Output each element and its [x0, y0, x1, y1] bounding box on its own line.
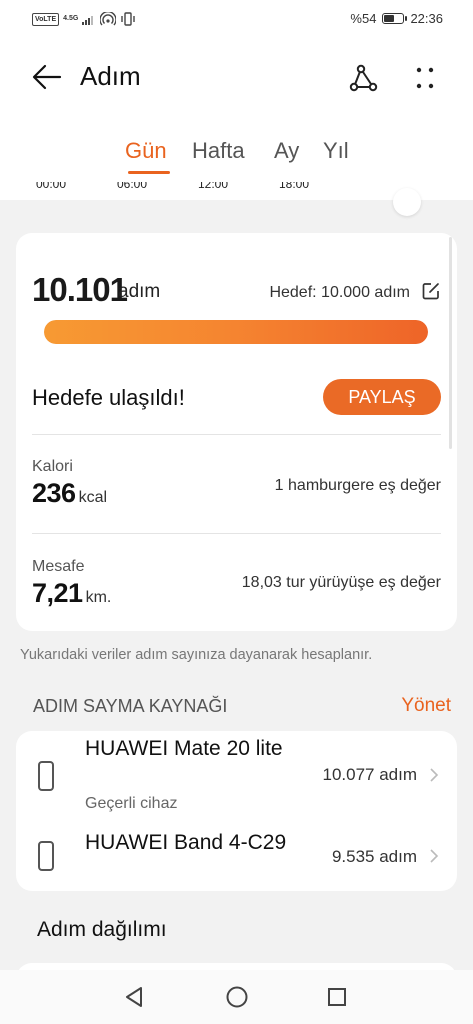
distance-value: 7,21 km. — [32, 578, 111, 609]
back-arrow-icon[interactable] — [30, 60, 64, 94]
phone-icon — [38, 761, 54, 791]
route-icon[interactable] — [346, 61, 380, 95]
distance-equivalent: 18,03 tur yürüyüşe eş değer — [241, 574, 441, 591]
step-source-card: HUAWEI Mate 20 lite Geçerli cihaz 10.077… — [16, 731, 457, 891]
chart-slider-handle[interactable] — [393, 188, 421, 216]
more-icon[interactable] — [410, 61, 440, 95]
step-summary-card: 10.101 adım Hedef: 10.000 adım Hedefe ul… — [16, 233, 457, 631]
status-bar: VoLTE 4.5G %54 22:36 — [0, 0, 473, 40]
device-subtitle: Geçerli cihaz — [85, 795, 178, 812]
calorie-number: 236 — [32, 478, 76, 508]
hotspot-icon — [100, 12, 117, 26]
distance-number: 7,21 — [32, 578, 83, 608]
recents-square-icon[interactable] — [324, 984, 350, 1010]
signal-icon — [82, 16, 94, 25]
page-title: Adım — [80, 61, 141, 91]
device-steps: 9.535 adım — [331, 847, 417, 866]
status-left: VoLTE 4.5G — [32, 12, 136, 26]
phone-icon — [38, 841, 54, 871]
time-tick: 00:00 — [36, 182, 67, 191]
battery-icon — [382, 13, 408, 24]
share-button[interactable]: PAYLAŞ — [323, 379, 441, 415]
tab-month[interactable]: Ay — [274, 138, 299, 164]
chevron-right-icon — [430, 768, 439, 782]
step-count: 10.101 — [32, 271, 128, 308]
edit-goal-icon[interactable] — [421, 281, 441, 301]
tab-day[interactable]: Gün — [125, 138, 167, 164]
calorie-label: Kalori — [32, 458, 73, 475]
home-circle-icon[interactable] — [224, 984, 250, 1010]
divider — [32, 533, 441, 534]
time-tick: 06:00 — [117, 182, 148, 191]
volte-indicator: VoLTE — [32, 12, 60, 26]
goal-progress-bar — [44, 320, 428, 344]
device-name: HUAWEI Mate 20 lite — [85, 737, 283, 760]
calorie-unit: kcal — [78, 489, 108, 506]
clock: 22:36 — [410, 11, 443, 26]
tab-year[interactable]: Yıl — [323, 138, 349, 164]
distance-unit: km. — [85, 589, 112, 606]
goal-reached-text: Hedefe ulaşıldı! — [32, 385, 185, 410]
device-steps: 10.077 adım — [322, 765, 417, 784]
period-tabs: Gün Hafta Ay Yıl — [0, 138, 473, 174]
step-unit: adım — [118, 281, 161, 302]
step-distribution-title: Adım dağılımı — [37, 918, 167, 941]
goal-progress-fill — [44, 320, 428, 344]
calculation-footnote: Yukarıdaki veriler adım sayınıza dayanar… — [20, 647, 373, 663]
app-bar: Adım — [0, 52, 473, 104]
chevron-right-icon — [430, 849, 439, 863]
system-nav-bar — [0, 970, 473, 1024]
source-section-heading: ADIM SAYMA KAYNAĞI — [33, 696, 228, 716]
active-tab-indicator — [128, 171, 170, 174]
status-right: %54 22:36 — [350, 11, 443, 26]
goal-text: Hedef: 10.000 adım — [269, 284, 410, 301]
divider — [32, 434, 441, 435]
device-name: HUAWEI Band 4-C29 — [85, 831, 287, 854]
card-scrollbar[interactable] — [449, 237, 452, 449]
calorie-value: 236 kcal — [32, 478, 107, 509]
back-triangle-icon[interactable] — [122, 984, 148, 1010]
battery-percent: %54 — [350, 11, 377, 26]
tab-week[interactable]: Hafta — [192, 138, 245, 164]
time-tick: 18:00 — [279, 182, 310, 191]
manage-sources-link[interactable]: Yönet — [401, 695, 451, 717]
time-tick: 12:00 — [198, 182, 229, 191]
calorie-equivalent: 1 hamburgere eş değer — [274, 477, 441, 494]
vibrate-icon — [121, 12, 136, 26]
network-type: 4.5G — [63, 15, 79, 22]
distance-label: Mesafe — [32, 558, 85, 575]
